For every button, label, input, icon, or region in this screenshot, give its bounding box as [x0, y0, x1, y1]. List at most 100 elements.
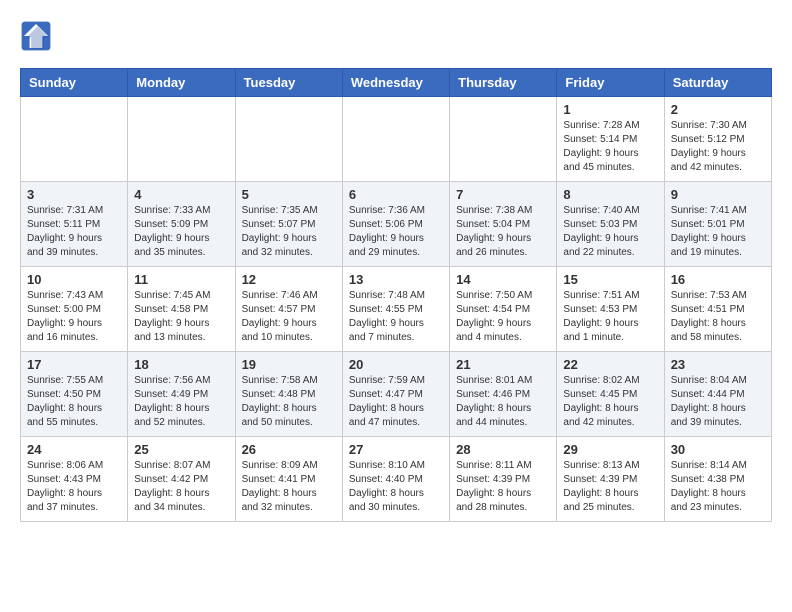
day-info: Sunrise: 8:04 AM Sunset: 4:44 PM Dayligh…: [671, 374, 765, 430]
calendar-cell: 17 Sunrise: 7:55 AM Sunset: 4:50 PM Dayli…: [21, 352, 128, 437]
calendar-cell: 30 Sunrise: 8:14 AM Sunset: 4:38 PM Dayli…: [664, 437, 771, 522]
weekday-header-thursday: Thursday: [450, 69, 557, 97]
calendar-cell: 16Sunrise: 7:53 AM Sunset: 4:51 PM Dayli…: [664, 267, 771, 352]
calendar-cell: 2 Sunrise: 7:30 AM Sunset: 5:12 PM Daylig…: [664, 97, 771, 182]
weekday-header-row: SundayMondayTuesdayWednesdayThursdayFrid…: [21, 69, 772, 97]
calendar-cell: 26 Sunrise: 8:09 AM Sunset: 4:41 PM Dayli…: [235, 437, 342, 522]
day-number: 23: [671, 357, 765, 372]
day-info: Sunrise: 8:11 AM Sunset: 4:39 PM Dayligh…: [456, 459, 550, 515]
day-number: 17: [27, 357, 121, 372]
day-number: 3: [27, 187, 121, 202]
day-info: Sunrise: 7:30 AM Sunset: 5:12 PM Dayligh…: [671, 119, 765, 175]
calendar-week-3: 10 Sunrise: 7:43 AM Sunset: 5:00 PM Dayli…: [21, 267, 772, 352]
day-number: 9: [671, 187, 765, 202]
day-number: 30: [671, 442, 765, 457]
day-info: Sunrise: 7:56 AM Sunset: 4:49 PM Dayligh…: [134, 374, 228, 430]
day-info: Sunrise: 8:06 AM Sunset: 4:43 PM Dayligh…: [27, 459, 121, 515]
calendar-cell: 12Sunrise: 7:46 AM Sunset: 4:57 PM Dayli…: [235, 267, 342, 352]
day-number: 5: [242, 187, 336, 202]
weekday-header-sunday: Sunday: [21, 69, 128, 97]
day-number: 11: [134, 272, 228, 287]
calendar-week-4: 17 Sunrise: 7:55 AM Sunset: 4:50 PM Dayli…: [21, 352, 772, 437]
calendar-cell: 13 Sunrise: 7:48 AM Sunset: 4:55 PM Dayli…: [342, 267, 449, 352]
day-number: 12: [242, 272, 336, 287]
calendar-cell: 1 Sunrise: 7:28 AM Sunset: 5:14 PM Daylig…: [557, 97, 664, 182]
day-info: Sunrise: 7:41 AM Sunset: 5:01 PM Dayligh…: [671, 204, 765, 260]
day-info: Sunrise: 7:45 AM Sunset: 4:58 PM Dayligh…: [134, 289, 228, 345]
day-info: Sunrise: 8:01 AM Sunset: 4:46 PM Dayligh…: [456, 374, 550, 430]
day-info: Sunrise: 8:07 AM Sunset: 4:42 PM Dayligh…: [134, 459, 228, 515]
day-info: Sunrise: 7:43 AM Sunset: 5:00 PM Dayligh…: [27, 289, 121, 345]
calendar-cell: 11 Sunrise: 7:45 AM Sunset: 4:58 PM Dayli…: [128, 267, 235, 352]
day-info: Sunrise: 8:09 AM Sunset: 4:41 PM Dayligh…: [242, 459, 336, 515]
day-info: Sunrise: 8:14 AM Sunset: 4:38 PM Dayligh…: [671, 459, 765, 515]
day-info: Sunrise: 7:38 AM Sunset: 5:04 PM Dayligh…: [456, 204, 550, 260]
day-info: Sunrise: 7:35 AM Sunset: 5:07 PM Dayligh…: [242, 204, 336, 260]
day-info: Sunrise: 7:28 AM Sunset: 5:14 PM Dayligh…: [563, 119, 657, 175]
day-info: Sunrise: 7:58 AM Sunset: 4:48 PM Dayligh…: [242, 374, 336, 430]
weekday-header-saturday: Saturday: [664, 69, 771, 97]
calendar-cell: 24Sunrise: 8:06 AM Sunset: 4:43 PM Dayli…: [21, 437, 128, 522]
weekday-header-monday: Monday: [128, 69, 235, 97]
day-number: 25: [134, 442, 228, 457]
calendar-week-1: 1 Sunrise: 7:28 AM Sunset: 5:14 PM Daylig…: [21, 97, 772, 182]
calendar-week-5: 24Sunrise: 8:06 AM Sunset: 4:43 PM Dayli…: [21, 437, 772, 522]
day-info: Sunrise: 7:55 AM Sunset: 4:50 PM Dayligh…: [27, 374, 121, 430]
day-info: Sunrise: 7:40 AM Sunset: 5:03 PM Dayligh…: [563, 204, 657, 260]
calendar-cell: 7 Sunrise: 7:38 AM Sunset: 5:04 PM Daylig…: [450, 182, 557, 267]
calendar-cell: [450, 97, 557, 182]
calendar-cell: 29 Sunrise: 8:13 AM Sunset: 4:39 PM Dayli…: [557, 437, 664, 522]
day-number: 1: [563, 102, 657, 117]
calendar-cell: [21, 97, 128, 182]
calendar-cell: 6 Sunrise: 7:36 AM Sunset: 5:06 PM Daylig…: [342, 182, 449, 267]
day-info: Sunrise: 7:31 AM Sunset: 5:11 PM Dayligh…: [27, 204, 121, 260]
day-info: Sunrise: 7:36 AM Sunset: 5:06 PM Dayligh…: [349, 204, 443, 260]
day-number: 4: [134, 187, 228, 202]
day-number: 21: [456, 357, 550, 372]
day-info: Sunrise: 8:13 AM Sunset: 4:39 PM Dayligh…: [563, 459, 657, 515]
day-number: 18: [134, 357, 228, 372]
calendar-cell: 14Sunrise: 7:50 AM Sunset: 4:54 PM Dayli…: [450, 267, 557, 352]
day-number: 7: [456, 187, 550, 202]
calendar-cell: 22 Sunrise: 8:02 AM Sunset: 4:45 PM Dayli…: [557, 352, 664, 437]
calendar-cell: 5 Sunrise: 7:35 AM Sunset: 5:07 PM Daylig…: [235, 182, 342, 267]
weekday-header-friday: Friday: [557, 69, 664, 97]
day-info: Sunrise: 8:02 AM Sunset: 4:45 PM Dayligh…: [563, 374, 657, 430]
calendar-cell: 8 Sunrise: 7:40 AM Sunset: 5:03 PM Daylig…: [557, 182, 664, 267]
calendar-cell: 9 Sunrise: 7:41 AM Sunset: 5:01 PM Daylig…: [664, 182, 771, 267]
day-number: 8: [563, 187, 657, 202]
calendar-cell: 25 Sunrise: 8:07 AM Sunset: 4:42 PM Dayli…: [128, 437, 235, 522]
day-number: 28: [456, 442, 550, 457]
weekday-header-tuesday: Tuesday: [235, 69, 342, 97]
weekday-header-wednesday: Wednesday: [342, 69, 449, 97]
day-number: 26: [242, 442, 336, 457]
day-number: 15: [563, 272, 657, 287]
day-number: 16: [671, 272, 765, 287]
calendar-cell: 20Sunrise: 7:59 AM Sunset: 4:47 PM Dayli…: [342, 352, 449, 437]
calendar-cell: 10 Sunrise: 7:43 AM Sunset: 5:00 PM Dayli…: [21, 267, 128, 352]
calendar-cell: [342, 97, 449, 182]
day-number: 27: [349, 442, 443, 457]
calendar-cell: 28 Sunrise: 8:11 AM Sunset: 4:39 PM Dayli…: [450, 437, 557, 522]
calendar-cell: 27Sunrise: 8:10 AM Sunset: 4:40 PM Dayli…: [342, 437, 449, 522]
calendar-cell: 23 Sunrise: 8:04 AM Sunset: 4:44 PM Dayli…: [664, 352, 771, 437]
calendar-table: SundayMondayTuesdayWednesdayThursdayFrid…: [20, 68, 772, 522]
calendar-cell: 18 Sunrise: 7:56 AM Sunset: 4:49 PM Dayli…: [128, 352, 235, 437]
day-number: 13: [349, 272, 443, 287]
day-number: 10: [27, 272, 121, 287]
day-number: 6: [349, 187, 443, 202]
logo-icon: [20, 20, 52, 52]
calendar-cell: [235, 97, 342, 182]
day-info: Sunrise: 7:50 AM Sunset: 4:54 PM Dayligh…: [456, 289, 550, 345]
day-number: 2: [671, 102, 765, 117]
calendar-cell: 21 Sunrise: 8:01 AM Sunset: 4:46 PM Dayli…: [450, 352, 557, 437]
day-info: Sunrise: 7:51 AM Sunset: 4:53 PM Dayligh…: [563, 289, 657, 345]
logo: [20, 20, 56, 52]
calendar-cell: 19Sunrise: 7:58 AM Sunset: 4:48 PM Dayli…: [235, 352, 342, 437]
day-info: Sunrise: 7:48 AM Sunset: 4:55 PM Dayligh…: [349, 289, 443, 345]
day-number: 29: [563, 442, 657, 457]
calendar-week-2: 3 Sunrise: 7:31 AM Sunset: 5:11 PM Daylig…: [21, 182, 772, 267]
calendar-cell: [128, 97, 235, 182]
calendar-cell: 15 Sunrise: 7:51 AM Sunset: 4:53 PM Dayli…: [557, 267, 664, 352]
day-number: 22: [563, 357, 657, 372]
